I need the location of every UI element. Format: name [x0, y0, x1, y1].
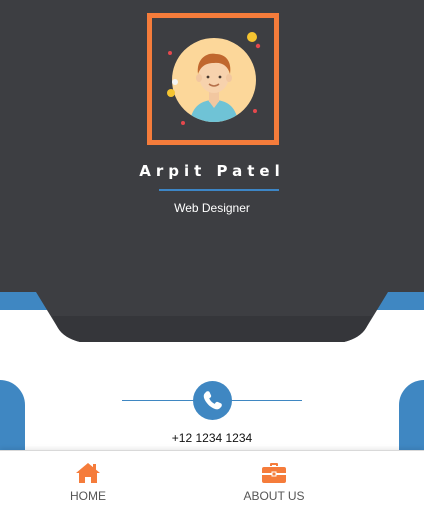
briefcase-icon — [262, 463, 286, 483]
phone-number[interactable]: +12 1234 1234 — [0, 431, 424, 445]
phone-icon — [203, 391, 222, 410]
nav-about-label: ABOUT US — [243, 489, 305, 503]
profile-name: Arpit Patel — [139, 162, 285, 180]
sparkle-dots-icon — [167, 32, 261, 125]
bottom-nav: HOME ABOUT US — [0, 450, 424, 520]
phone-button[interactable] — [193, 381, 232, 420]
avatar-frame — [147, 13, 279, 145]
header-tray — [36, 292, 388, 342]
nav-home-label: HOME — [70, 489, 106, 503]
profile-header: Arpit Patel Web Designer — [0, 0, 424, 292]
name-divider — [159, 189, 279, 191]
home-icon — [76, 463, 100, 483]
profile-role: Web Designer — [174, 201, 250, 215]
nav-home[interactable]: HOME — [18, 451, 158, 520]
nav-about[interactable]: ABOUT US — [204, 451, 344, 520]
